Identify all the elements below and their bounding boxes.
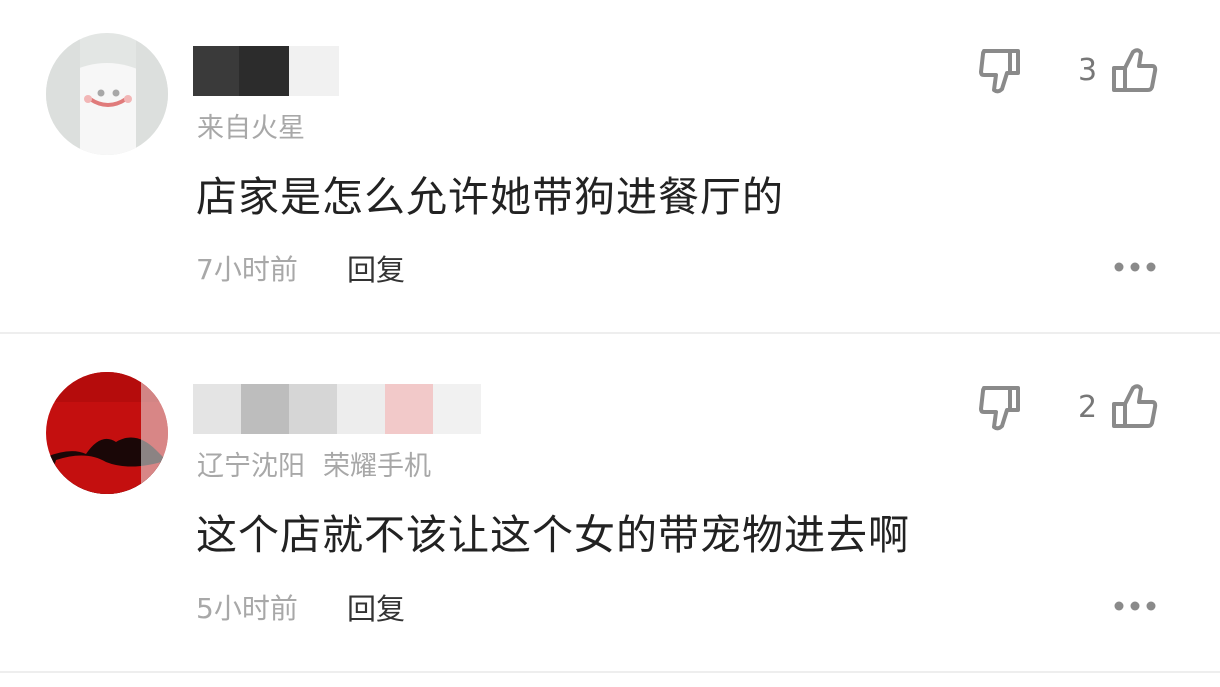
avatar[interactable] <box>46 33 168 155</box>
location-label: 来自火星 <box>197 113 305 144</box>
location-label: 辽宁沈阳 <box>197 451 305 482</box>
reply-button[interactable]: 回复 <box>347 247 405 289</box>
comment-item: 辽宁沈阳 荣耀手机 这个店就不该让这个女的带宠物进去啊 5小时前 回复 2 <box>0 334 1220 672</box>
device-label: 荣耀手机 <box>323 451 431 482</box>
more-dots-icon[interactable] <box>1112 598 1158 612</box>
comment-meta: 来自火星 <box>197 106 305 145</box>
comment-item: 来自火星 店家是怎么允许她带狗进餐厅的 7小时前 回复 3 <box>0 0 1220 333</box>
thumbs-down-icon[interactable] <box>976 45 1030 99</box>
comment-time: 5小时前 <box>196 592 298 625</box>
like-count: 3 <box>1078 53 1098 88</box>
comment-time: 7小时前 <box>196 253 298 286</box>
comment-text: 这个店就不该让这个女的带宠物进去啊 <box>196 511 910 559</box>
divider <box>0 671 1220 673</box>
avatar[interactable] <box>46 372 168 494</box>
more-dots-icon[interactable] <box>1112 259 1158 273</box>
thumbs-up-icon[interactable] <box>1108 380 1162 434</box>
username-blurred[interactable] <box>193 46 353 96</box>
comment-text: 店家是怎么允许她带狗进餐厅的 <box>196 173 784 221</box>
thumbs-down-icon[interactable] <box>976 382 1030 436</box>
comment-meta: 辽宁沈阳 荣耀手机 <box>197 444 431 483</box>
reply-button[interactable]: 回复 <box>347 586 405 628</box>
like-count: 2 <box>1078 390 1098 425</box>
thumbs-up-icon[interactable] <box>1108 44 1162 98</box>
username-blurred[interactable] <box>193 384 483 434</box>
